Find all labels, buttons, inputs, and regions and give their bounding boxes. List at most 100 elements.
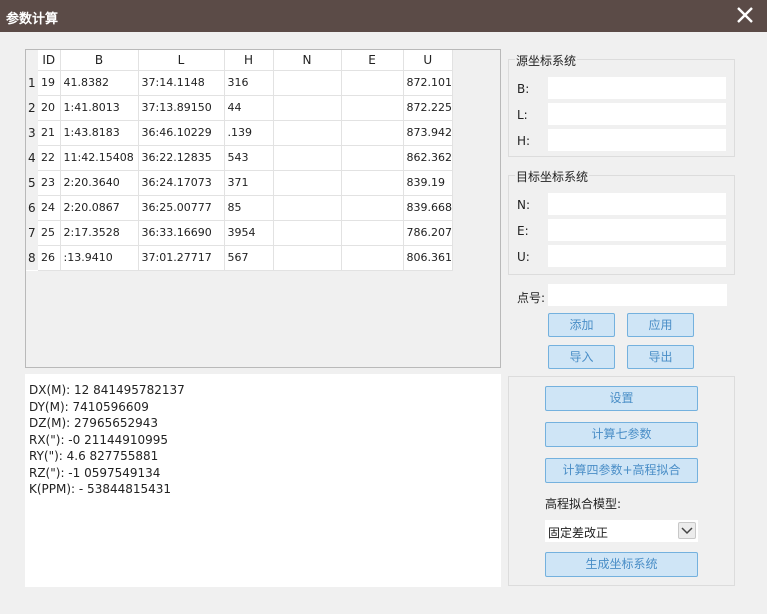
h-cell[interactable]: 316 <box>224 70 274 96</box>
points-grid[interactable]: ID B L H N E U 1 19 41.8382 37:14.1148 316 87… <box>25 49 501 368</box>
n-cell[interactable] <box>273 70 342 96</box>
l-cell[interactable]: 36:25.00777 <box>138 195 225 221</box>
h-cell[interactable]: 3954 <box>224 220 274 246</box>
b-cell[interactable]: 1:41.8013 <box>60 95 139 121</box>
h-cell[interactable]: 44 <box>224 95 274 121</box>
u-cell[interactable]: 872.225 <box>403 95 453 121</box>
target-n-input[interactable] <box>548 193 726 215</box>
settings-button[interactable]: 设置 <box>545 386 698 411</box>
column-header-n[interactable]: N <box>273 50 342 71</box>
id-cell[interactable]: 24 <box>38 195 61 221</box>
row-number[interactable]: 6 <box>26 195 38 220</box>
l-cell[interactable]: 37:01.27717 <box>138 245 225 271</box>
e-cell[interactable] <box>341 170 404 196</box>
column-header-u[interactable]: U <box>403 50 453 71</box>
results-output[interactable]: DX(M): 12 841495782137 DY(M): 7410596609… <box>25 374 501 587</box>
table-row[interactable]: 4 22 11:42.15408 36:22.12835 543 862.362 <box>26 145 453 171</box>
table-row[interactable]: 6 24 2:20.0867 36:25.00777 85 839.668 <box>26 195 453 221</box>
l-cell[interactable]: 37:13.89150 <box>138 95 225 121</box>
e-cell[interactable] <box>341 145 404 171</box>
point-number-input[interactable] <box>548 284 727 306</box>
table-row[interactable]: 2 20 1:41.8013 37:13.89150 44 872.225 <box>26 95 453 121</box>
table-row[interactable]: 1 19 41.8382 37:14.1148 316 872.101 <box>26 70 453 96</box>
n-label: N: <box>517 198 531 212</box>
b-cell[interactable]: 1:43.8183 <box>60 120 139 146</box>
id-cell[interactable]: 19 <box>38 70 61 96</box>
h-cell[interactable]: .139 <box>224 120 274 146</box>
source-b-input[interactable] <box>548 77 726 99</box>
u-cell[interactable]: 873.942 <box>403 120 453 146</box>
n-cell[interactable] <box>273 120 342 146</box>
column-header-b[interactable]: B <box>60 50 139 71</box>
u-cell[interactable]: 872.101 <box>403 70 453 96</box>
l-cell[interactable]: 36:33.16690 <box>138 220 225 246</box>
dropdown-arrow[interactable] <box>678 522 696 539</box>
u-cell[interactable]: 839.668 <box>403 195 453 221</box>
n-cell[interactable] <box>273 220 342 246</box>
n-cell[interactable] <box>273 145 342 171</box>
id-cell[interactable]: 25 <box>38 220 61 246</box>
row-number[interactable]: 8 <box>26 245 38 270</box>
column-header-e[interactable]: E <box>341 50 404 71</box>
e-cell[interactable] <box>341 120 404 146</box>
u-cell[interactable]: 806.361 <box>403 245 453 271</box>
l-cell[interactable]: 36:46.10229 <box>138 120 225 146</box>
e-cell[interactable] <box>341 95 404 121</box>
id-cell[interactable]: 26 <box>38 245 61 271</box>
table-row[interactable]: 3 21 1:43.8183 36:46.10229.139 873.942 <box>26 120 453 146</box>
add-button[interactable]: 添加 <box>548 313 615 337</box>
row-number[interactable]: 4 <box>26 145 38 170</box>
generate-coordinate-system-button[interactable]: 生成坐标系统 <box>545 552 698 577</box>
row-number[interactable]: 3 <box>26 120 38 145</box>
row-number[interactable]: 2 <box>26 95 38 120</box>
e-cell[interactable] <box>341 245 404 271</box>
b-cell[interactable]: 11:42.15408 <box>60 145 139 171</box>
calculate-four-parameters-button[interactable]: 计算四参数+高程拟合 <box>545 458 698 483</box>
n-cell[interactable] <box>273 195 342 221</box>
u-cell[interactable]: 839.19 <box>403 170 453 196</box>
id-cell[interactable]: 20 <box>38 95 61 121</box>
e-cell[interactable] <box>341 220 404 246</box>
source-h-input[interactable] <box>548 129 726 151</box>
height-model-select[interactable]: 固定差改正 <box>545 520 698 542</box>
import-button[interactable]: 导入 <box>548 345 615 369</box>
table-row[interactable]: 8 26:13.9410 37:01.27717 567 806.361 <box>26 245 453 271</box>
target-u-input[interactable] <box>548 245 726 267</box>
b-cell[interactable]: 2:20.3640 <box>60 170 139 196</box>
target-e-input[interactable] <box>548 219 726 241</box>
row-number[interactable]: 5 <box>26 170 38 195</box>
table-row[interactable]: 5 23 2:20.3640 36:24.17073 371 839.19 <box>26 170 453 196</box>
u-cell[interactable]: 862.362 <box>403 145 453 171</box>
h-cell[interactable]: 85 <box>224 195 274 221</box>
id-cell[interactable]: 22 <box>38 145 61 171</box>
e-cell[interactable] <box>341 195 404 221</box>
b-cell[interactable]: 2:20.0867 <box>60 195 139 221</box>
l-cell[interactable]: 36:24.17073 <box>138 170 225 196</box>
apply-button[interactable]: 应用 <box>627 313 694 337</box>
l-cell[interactable]: 36:22.12835 <box>138 145 225 171</box>
source-l-input[interactable] <box>548 103 726 125</box>
h-cell[interactable]: 567 <box>224 245 274 271</box>
e-cell[interactable] <box>341 70 404 96</box>
column-header-l[interactable]: L <box>138 50 225 71</box>
row-number[interactable]: 7 <box>26 220 38 245</box>
b-cell[interactable]: :13.9410 <box>60 245 139 271</box>
h-cell[interactable]: 371 <box>224 170 274 196</box>
column-header-id[interactable]: ID <box>38 50 61 71</box>
h-cell[interactable]: 543 <box>224 145 274 171</box>
export-button[interactable]: 导出 <box>627 345 694 369</box>
id-cell[interactable]: 21 <box>38 120 61 146</box>
n-cell[interactable] <box>273 95 342 121</box>
calculate-seven-parameters-button[interactable]: 计算七参数 <box>545 422 698 447</box>
b-cell[interactable]: 2:17.3528 <box>60 220 139 246</box>
n-cell[interactable] <box>273 170 342 196</box>
row-number[interactable]: 1 <box>26 70 38 95</box>
table-row[interactable]: 7 25 2:17.3528 36:33.16690 3954 786.207 <box>26 220 453 246</box>
n-cell[interactable] <box>273 245 342 271</box>
column-header-h[interactable]: H <box>224 50 274 71</box>
b-cell[interactable]: 41.8382 <box>60 70 139 96</box>
u-cell[interactable]: 786.207 <box>403 220 453 246</box>
close-icon[interactable] <box>735 5 755 25</box>
id-cell[interactable]: 23 <box>38 170 61 196</box>
l-cell[interactable]: 37:14.1148 <box>138 70 225 96</box>
